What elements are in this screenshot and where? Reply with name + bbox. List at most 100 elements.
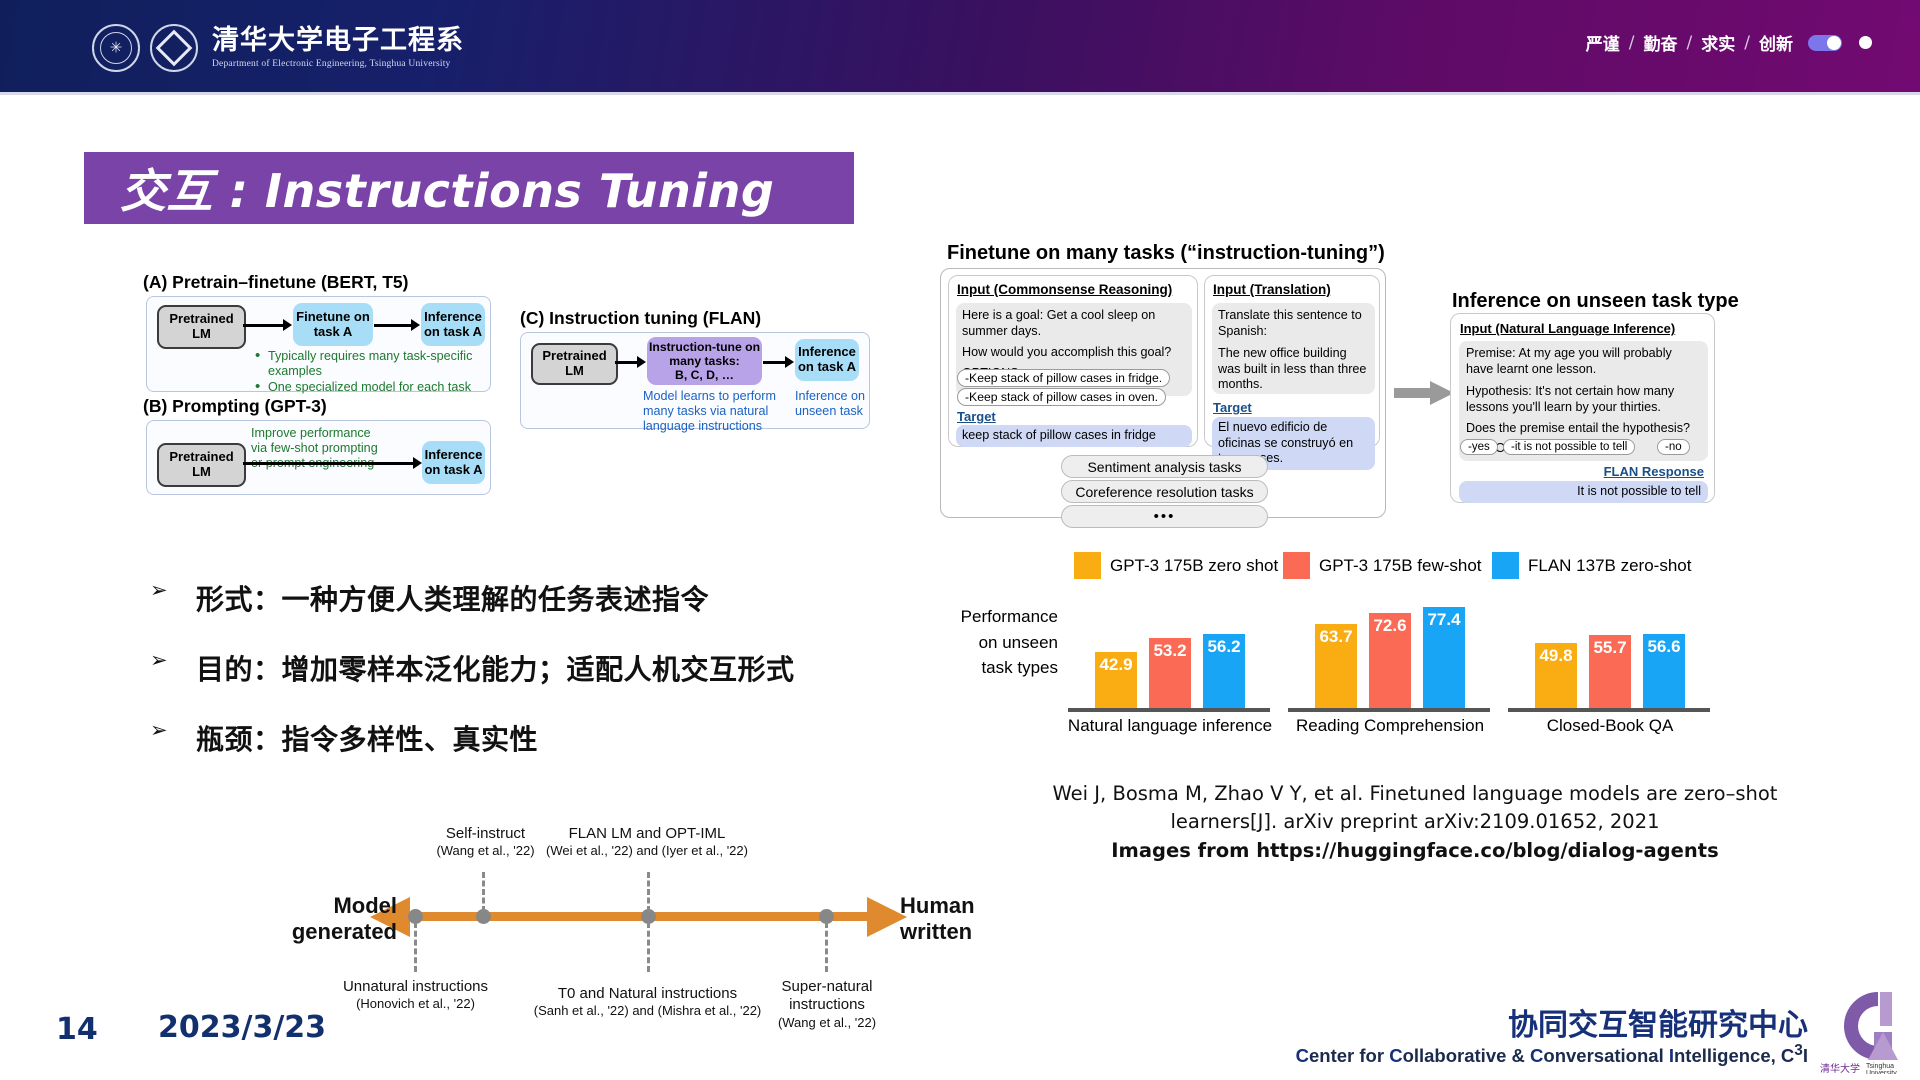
performance-bar-chart: GPT-3 175B zero shot GPT-3 175B few-shot… <box>930 552 1720 735</box>
bar-value-0-2: 56.2 <box>1207 637 1241 657</box>
more-task-ellipsis[interactable]: ••• <box>1061 505 1268 528</box>
legend-label-2: FLAN 137B zero-shot <box>1528 555 1692 575</box>
center-name-chinese: 协同交互智能研究中心 <box>1508 1008 1808 1043</box>
timeline-label-below-1: T0 and Natural instructions (Sanh et al.… <box>530 985 765 1019</box>
bar-0-1: 53.2 <box>1149 638 1191 708</box>
arrow-a2-line <box>374 324 413 327</box>
header-dot-icon <box>1859 36 1872 49</box>
commonsense-line-1: Here is a goal: Get a cool sleep on summ… <box>962 308 1156 338</box>
translation-line-2: The new office building was built in les… <box>1218 345 1367 392</box>
bar-0-2: 56.2 <box>1203 634 1245 708</box>
header-motto: 严谨 / 勤奋 / 求实 / 创新 <box>1586 30 1872 55</box>
diagram-a-note-2: One specialized model for each task <box>255 378 485 396</box>
more-task-1[interactable]: Sentiment analysis tasks <box>1061 455 1268 478</box>
timeline-below-1-name: T0 and Natural instructions <box>557 985 738 1002</box>
legend-swatch-2 <box>1492 552 1519 579</box>
node-inference-task-a-a: Inference on task A <box>421 303 485 346</box>
diagram-b-heading: (B) Prompting (GPT-3) <box>143 396 327 416</box>
node-inference-task-a-b: Inference on task A <box>422 441 485 484</box>
svg-text:University: University <box>1866 1070 1897 1074</box>
nli-option-1[interactable]: -yes <box>1460 439 1498 455</box>
bullet-chevron-icon-2: ➢ <box>150 648 168 672</box>
nli-line-1: Premise: At my age you will probably hav… <box>1466 346 1672 376</box>
ylabel-line-1: on unseen <box>978 632 1058 652</box>
chart-y-axis-label: Performance on unseen task types <box>930 604 1058 681</box>
translation-header: Input (Translation) <box>1213 282 1331 297</box>
legend-label-1: GPT-3 175B few-shot <box>1319 555 1482 575</box>
bar-2-2: 56.6 <box>1643 633 1685 708</box>
bar-0-0: 42.9 <box>1095 651 1137 708</box>
axis-baseline-2 <box>1508 708 1710 712</box>
translation-line-1: Translate this sentence to Spanish: <box>1218 308 1362 338</box>
nli-response-text: It is not possible to tell <box>1459 481 1708 503</box>
commonsense-option-2[interactable]: -Keep stack of pillow cases in oven. <box>957 388 1167 406</box>
node-inference-task-a-c: Inference on task A <box>795 339 859 381</box>
timeline-above-1-cite: (Wei et al., '22) and (Iyer et al., '22) <box>546 843 748 859</box>
node-finetune-task-a: Finetune on task A <box>293 303 373 346</box>
diagram-c-heading: (C) Instruction tuning (FLAN) <box>520 308 762 328</box>
flow-arrow-icon <box>1394 381 1454 405</box>
flan-finetune-box: Input (Commonsense Reasoning) Here is a … <box>940 268 1386 528</box>
chart-category-label-0: Natural language inference <box>1067 716 1273 735</box>
chart-legend-item-2: FLAN 137B zero-shot <box>1492 552 1691 579</box>
bar-value-2-1: 55.7 <box>1593 637 1627 657</box>
ylabel-line-0: Performance <box>960 607 1058 626</box>
arrow-b1-head <box>413 457 422 469</box>
chart-legend-item-1: GPT-3 175B few-shot <box>1283 552 1482 579</box>
slide-date: 2023/3/23 <box>158 1010 327 1045</box>
motto-sep-1: / <box>1628 32 1635 53</box>
svg-text:Tsinghua: Tsinghua <box>1866 1063 1894 1070</box>
timeline-below-0-name: Unnatural instructions <box>342 978 489 995</box>
bar-value-2-2: 56.6 <box>1647 636 1681 656</box>
logo-chinese-name: 清华大学电子工程系 <box>212 25 464 57</box>
timeline-stem-above-1 <box>647 872 653 912</box>
instruction-dataset-timeline: Model generated Human written Self-instr… <box>292 800 975 1050</box>
timeline-left-label: Model generated <box>291 893 397 945</box>
arrow-c2-line <box>763 361 787 364</box>
timeline-below-2-name: Super-natural instructions <box>781 978 873 1014</box>
citation-block: Wei J, Bosma M, Zhao V Y, et al. Finetun… <box>1040 780 1790 865</box>
diagram-c-note-left: Model learns to perform many tasks via n… <box>643 389 776 434</box>
timeline-stem-below-2 <box>825 922 831 972</box>
citation-line-1: Wei J, Bosma M, Zhao V Y, et al. Finetun… <box>1052 782 1778 805</box>
slide-title-banner: 交互 : Instructions Tuning <box>84 152 854 224</box>
header-toggle-switch[interactable] <box>1808 34 1842 51</box>
bullet-chevron-icon-3: ➢ <box>150 718 168 742</box>
bar-1-0: 63.7 <box>1315 624 1357 708</box>
arrow-c1-head <box>637 356 646 368</box>
diagram-c-heading-wrap: (C) Instruction tuning (FLAN) <box>520 308 761 329</box>
diagram-a-panel: Pretrained LM Finetune on task A Inferen… <box>146 296 491 396</box>
bullet-item-3: ➢ 瓶颈：指令多样性、真实性 <box>150 718 538 758</box>
bar-1-1: 72.6 <box>1369 612 1411 708</box>
bar-value-1-2: 77.4 <box>1427 609 1461 629</box>
diagram-a-heading-wrap: (A) Pretrain–finetune (BERT, T5) <box>143 272 408 293</box>
citation-line-3: Images from https://huggingface.co/blog/… <box>1111 838 1719 862</box>
bullet-item-1: ➢ 形式：一种方便人类理解的任务表述指令 <box>150 578 709 618</box>
bullet-text-2: 目的：增加零样本泛化能力；适配人机交互形式 <box>196 653 795 686</box>
ylabel-line-2: task types <box>981 658 1058 677</box>
card-nli: Input (Natural Language Inference) Premi… <box>1450 313 1715 503</box>
eedept-diamond-icon <box>150 24 198 72</box>
card-translation: Input (Translation) Translate this sente… <box>1204 275 1380 471</box>
timeline-label-below-0: Unnatural instructions (Honovich et al.,… <box>333 978 498 1012</box>
nli-option-2[interactable]: -it is not possible to tell <box>1503 439 1636 455</box>
timeline-below-2-cite: (Wang et al., '22) <box>777 1014 877 1030</box>
arrow-c2-head <box>785 356 794 368</box>
commonsense-target-label: Target <box>957 409 996 424</box>
more-task-2[interactable]: Coreference resolution tasks <box>1061 480 1268 503</box>
bullet-item-2: ➢ 目的：增加零样本泛化能力；适配人机交互形式 <box>150 648 795 688</box>
axis-baseline-0 <box>1068 708 1270 712</box>
bar-1-2: 77.4 <box>1423 606 1465 708</box>
flan-inference-title: Inference on unseen task type <box>1452 290 1739 312</box>
bullet-chevron-icon-1: ➢ <box>150 578 168 602</box>
bar-value-0-1: 53.2 <box>1153 641 1187 661</box>
commonsense-option-1[interactable]: -Keep stack of pillow cases in fridge. <box>957 369 1171 387</box>
timeline-stem-above-0 <box>482 872 488 912</box>
timeline-label-below-2: Super-natural instructions (Wang et al.,… <box>762 978 892 1030</box>
arrow-a1-head <box>283 319 292 331</box>
bar-value-1-1: 72.6 <box>1373 615 1407 635</box>
diagram-b-heading-wrap: (B) Prompting (GPT-3) <box>143 396 327 417</box>
flan-finetune-title: Finetune on many tasks (“instruction-tun… <box>947 242 1385 264</box>
motto-sep-3: / <box>1744 32 1750 53</box>
nli-option-3[interactable]: -no <box>1657 439 1690 455</box>
